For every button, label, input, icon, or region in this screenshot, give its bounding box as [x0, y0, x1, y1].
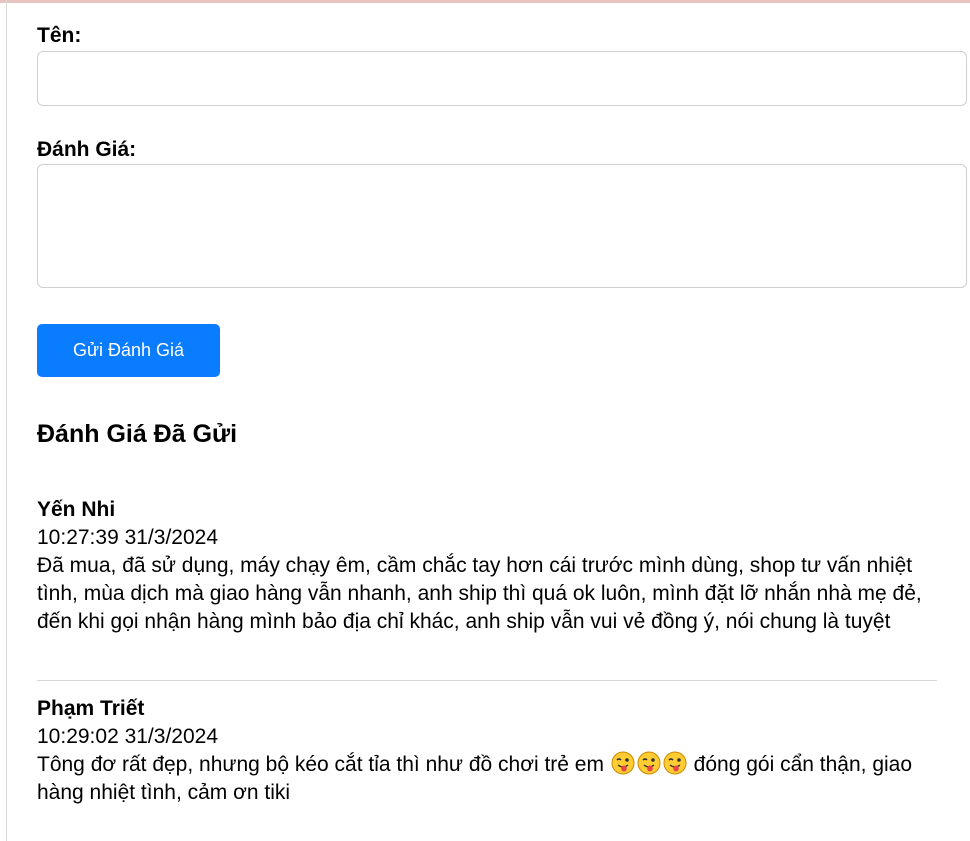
review-divider: [37, 680, 937, 681]
submit-review-button[interactable]: Gửi Đánh Giá: [37, 324, 220, 377]
review-item: Phạm Triết 10:29:02 31/3/2024 Tông đơ rấ…: [37, 695, 937, 807]
window-top-border: [0, 0, 970, 3]
winking-face-with-tongue-icon: [663, 751, 687, 775]
review-item: Yến Nhi 10:27:39 31/3/2024 Đã mua, đã sử…: [37, 496, 937, 636]
submitted-reviews-heading: Đánh Giá Đã Gửi: [37, 420, 238, 448]
review-text: Tông đơ rất đẹp, nhưng bộ kéo cắt tỉa th…: [37, 751, 937, 807]
review-author: Phạm Triết: [37, 697, 145, 720]
review-label: Đánh Giá:: [37, 138, 137, 161]
name-label: Tên:: [37, 24, 82, 47]
review-timestamp: 10:27:39 31/3/2024: [37, 526, 219, 549]
review-timestamp: 10:29:02 31/3/2024: [37, 725, 219, 748]
review-textarea[interactable]: [37, 164, 967, 288]
winking-face-with-tongue-icon: [611, 751, 635, 775]
review-author: Yến Nhi: [37, 498, 116, 521]
review-text-part: Tông đơ rất đẹp, nhưng bộ kéo cắt tỉa th…: [37, 753, 604, 776]
page-left-edge: [6, 0, 7, 841]
name-input[interactable]: [37, 51, 967, 106]
review-text: Đã mua, đã sử dụng, máy chạy êm, cầm chắ…: [37, 554, 922, 633]
winking-face-with-tongue-icon: [637, 751, 661, 775]
